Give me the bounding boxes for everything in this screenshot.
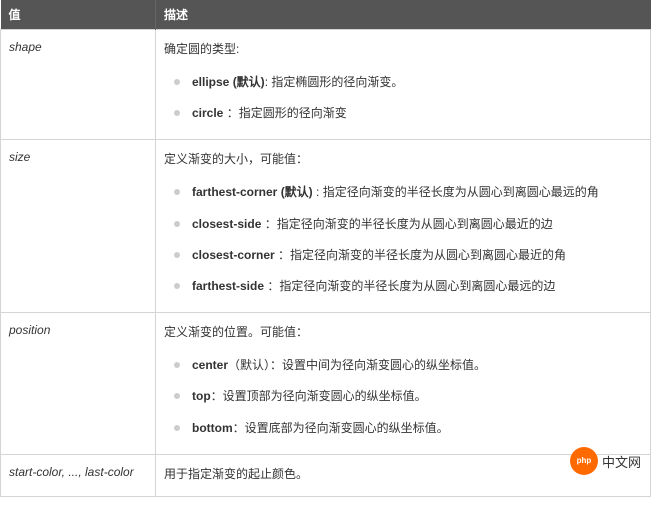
option-list: ellipse (默认): 指定椭圆形的径向渐变。 circle ：指定圆形的径… [174, 67, 642, 129]
table-row: position 定义渐变的位置。可能值： center（默认）：设置中间为径向… [1, 313, 651, 455]
option-term: closest-side [192, 217, 261, 231]
option-term: ellipse (默认) [192, 75, 265, 89]
list-item: bottom：设置底部为径向渐变圆心的纵坐标值。 [174, 413, 642, 444]
list-item: circle ：指定圆形的径向渐变 [174, 98, 642, 129]
option-term: bottom [192, 421, 233, 435]
description-intro: 确定圆的类型: [164, 40, 642, 57]
option-explain: ：指定径向渐变的半径长度为从圆心到离圆心最近的边 [261, 217, 552, 231]
option-explain: （默认）：设置中间为径向渐变圆心的纵坐标值。 [228, 358, 486, 372]
option-term: center [192, 358, 228, 372]
option-explain: ：设置底部为径向渐变圆心的纵坐标值。 [233, 421, 449, 435]
site-logo: php 中文网 [570, 447, 641, 475]
option-term: closest-corner [192, 248, 275, 262]
properties-table: 值 描述 shape 确定圆的类型: ellipse (默认): 指定椭圆形的径… [0, 0, 651, 497]
value-cell: shape [1, 30, 156, 140]
option-term: top [192, 389, 211, 403]
description-intro: 定义渐变的位置。可能值： [164, 323, 642, 340]
option-explain: ：设置顶部为径向渐变圆心的纵坐标值。 [211, 389, 427, 403]
value-cell: start-color, ..., last-color [1, 454, 156, 496]
description-cell: 确定圆的类型: ellipse (默认): 指定椭圆形的径向渐变。 circle… [156, 30, 651, 140]
list-item: closest-side ：指定径向渐变的半径长度为从圆心到离圆心最近的边 [174, 209, 642, 240]
logo-text: 中文网 [602, 452, 641, 471]
description-cell: 定义渐变的大小，可能值： farthest-corner (默认) : 指定径向… [156, 140, 651, 313]
value-cell: size [1, 140, 156, 313]
option-explain: : 指定径向渐变的半径长度为从圆心到离圆心最远的角 [313, 185, 599, 199]
option-term: farthest-side [192, 279, 264, 293]
list-item: center（默认）：设置中间为径向渐变圆心的纵坐标值。 [174, 350, 642, 381]
option-explain: ：指定圆形的径向渐变 [223, 106, 346, 120]
value-cell: position [1, 313, 156, 455]
list-item: top：设置顶部为径向渐变圆心的纵坐标值。 [174, 381, 642, 412]
description-cell: 定义渐变的位置。可能值： center（默认）：设置中间为径向渐变圆心的纵坐标值… [156, 313, 651, 455]
option-list: farthest-corner (默认) : 指定径向渐变的半径长度为从圆心到离… [174, 177, 642, 302]
list-item: farthest-corner (默认) : 指定径向渐变的半径长度为从圆心到离… [174, 177, 642, 208]
column-header-desc: 描述 [156, 0, 651, 30]
option-list: center（默认）：设置中间为径向渐变圆心的纵坐标值。 top：设置顶部为径向… [174, 350, 642, 444]
list-item: ellipse (默认): 指定椭圆形的径向渐变。 [174, 67, 642, 98]
option-explain: : 指定椭圆形的径向渐变。 [265, 75, 404, 89]
table-row: shape 确定圆的类型: ellipse (默认): 指定椭圆形的径向渐变。 … [1, 30, 651, 140]
list-item: closest-corner ：指定径向渐变的半径长度为从圆心到离圆心最近的角 [174, 240, 642, 271]
option-term: circle [192, 106, 223, 120]
option-explain: ：指定径向渐变的半径长度为从圆心到离圆心最近的角 [275, 248, 566, 262]
option-explain: ：指定径向渐变的半径长度为从圆心到离圆心最远的边 [264, 279, 555, 293]
column-header-value: 值 [1, 0, 156, 30]
table-header: 值 描述 [1, 0, 651, 30]
php-icon: php [570, 447, 598, 475]
table-row: start-color, ..., last-color 用于指定渐变的起止颜色… [1, 454, 651, 496]
description-intro: 定义渐变的大小，可能值： [164, 150, 642, 167]
table-row: size 定义渐变的大小，可能值： farthest-corner (默认) :… [1, 140, 651, 313]
list-item: farthest-side ：指定径向渐变的半径长度为从圆心到离圆心最远的边 [174, 271, 642, 302]
option-term: farthest-corner (默认) [192, 185, 313, 199]
